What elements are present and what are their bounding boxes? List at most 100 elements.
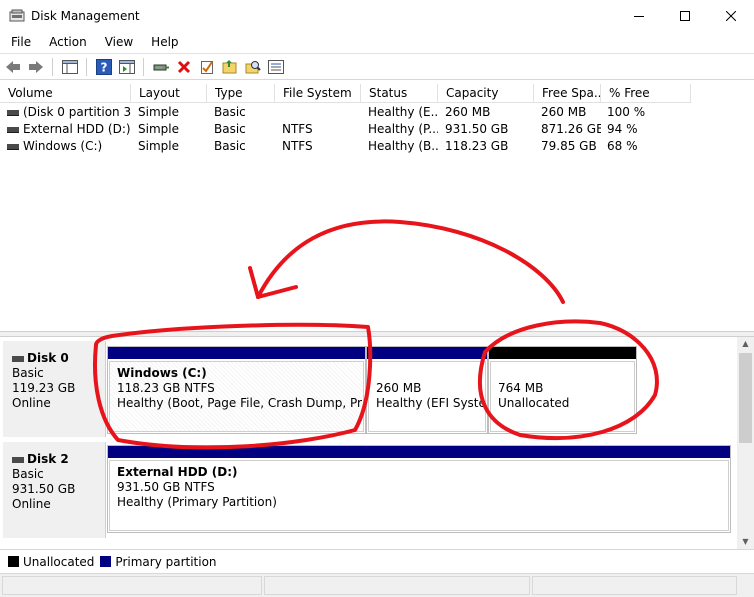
disk-name-row: Disk 2 xyxy=(12,452,105,467)
volume-row[interactable]: External HDD (D:) Simple Basic NTFS Heal… xyxy=(0,121,754,138)
column-header-volume[interactable]: Volume xyxy=(0,84,131,103)
scroll-thumb[interactable] xyxy=(739,353,752,443)
partition-unallocated[interactable]: 764 MB Unallocated xyxy=(488,346,637,434)
volume-layout: Simple xyxy=(138,122,179,136)
disk-name: Disk 0 xyxy=(27,351,69,365)
partition-windows-c[interactable]: Windows (C:) 118.23 GB NTFS Healthy (Boo… xyxy=(107,346,366,434)
action-pane-icon xyxy=(119,59,135,74)
volume-file-system: NTFS xyxy=(282,139,313,153)
maximize-icon xyxy=(680,10,690,21)
partition-body: External HDD (D:) 931.50 GB NTFS Healthy… xyxy=(109,460,729,531)
volume-capacity: 118.23 GB xyxy=(445,139,509,153)
volume-capacity: 260 MB xyxy=(445,105,491,119)
volume-layout: Simple xyxy=(138,139,179,153)
volume-row[interactable]: Windows (C:) Simple Basic NTFS Healthy (… xyxy=(0,138,754,155)
legend-label: Primary partition xyxy=(115,554,217,569)
window-title: Disk Management xyxy=(31,8,140,23)
disk-type: Basic xyxy=(12,366,44,380)
partition-size: 260 MB xyxy=(376,381,422,395)
disk-icon xyxy=(12,355,24,362)
forward-arrow-icon xyxy=(29,60,43,73)
partition-size: 931.50 GB NTFS xyxy=(117,480,215,494)
volume-percent-free: 68 % xyxy=(607,139,638,153)
column-header-capacity[interactable]: Capacity xyxy=(438,84,534,103)
status-segment xyxy=(2,576,262,595)
legend-item-primary: Primary partition xyxy=(100,554,217,569)
legend-item-unallocated: Unallocated xyxy=(8,555,94,569)
legend-swatch xyxy=(8,556,19,567)
partition-title: Windows (C:) xyxy=(117,366,207,380)
disk-0-label[interactable]: Disk 0 Basic 119.23 GB Online xyxy=(3,341,106,437)
volume-type: Basic xyxy=(214,139,246,153)
properties-button[interactable] xyxy=(197,57,217,77)
menu-action[interactable]: Action xyxy=(40,35,96,49)
partition-title xyxy=(376,366,485,381)
volume-layout: Simple xyxy=(138,105,179,119)
delete-button[interactable] xyxy=(174,57,194,77)
connect-drive-icon xyxy=(153,64,169,70)
partition-type-bar xyxy=(108,347,365,359)
explore-button[interactable] xyxy=(243,57,263,77)
volume-status: Healthy (P... xyxy=(368,122,438,136)
disk-2-label[interactable]: Disk 2 Basic 931.50 GB Online xyxy=(3,442,106,538)
settings-button[interactable] xyxy=(266,57,286,77)
back-arrow-icon xyxy=(6,60,20,73)
toolbar-separator xyxy=(143,57,144,76)
delete-icon xyxy=(177,60,191,73)
connect-button[interactable] xyxy=(151,57,171,77)
column-header-free-space[interactable]: Free Spa... xyxy=(534,84,601,103)
disk-map-vertical-scrollbar[interactable]: ▲ ▼ xyxy=(737,337,754,549)
disk-management-app-icon xyxy=(9,9,25,23)
partition-status: Healthy (EFI System xyxy=(376,396,486,410)
partition-status: Unallocated xyxy=(498,396,570,410)
scroll-up-arrow-icon[interactable]: ▲ xyxy=(737,337,754,351)
partition-size: 764 MB xyxy=(498,381,544,395)
partition-external-hdd-d[interactable]: External HDD (D:) 931.50 GB NTFS Healthy… xyxy=(107,445,731,533)
show-hide-tree-button[interactable] xyxy=(60,57,80,77)
minimize-button[interactable] xyxy=(616,0,662,31)
partition-body: Windows (C:) 118.23 GB NTFS Healthy (Boo… xyxy=(109,361,364,432)
open-folder-button[interactable] xyxy=(220,57,240,77)
title-bar: Disk Management xyxy=(0,0,754,31)
column-header-status[interactable]: Status xyxy=(361,84,438,103)
menu-bar: File Action View Help xyxy=(0,31,754,52)
disk-name-row: Disk 0 xyxy=(12,351,105,366)
partition-body: 260 MB Healthy (EFI System xyxy=(368,361,486,432)
column-header-type[interactable]: Type xyxy=(207,84,275,103)
disk-size: 931.50 GB xyxy=(12,482,76,496)
toolbar: ? xyxy=(0,53,754,80)
scroll-down-arrow-icon[interactable]: ▼ xyxy=(737,535,754,549)
legend-swatch xyxy=(100,556,112,567)
menu-view[interactable]: View xyxy=(96,35,142,49)
back-button[interactable] xyxy=(3,57,23,77)
maximize-button[interactable] xyxy=(662,0,708,31)
volume-percent-free: 94 % xyxy=(607,122,638,136)
volume-type: Basic xyxy=(214,105,246,119)
column-header-layout[interactable]: Layout xyxy=(131,84,207,103)
disk-state: Online xyxy=(12,396,51,410)
toolbar-separator xyxy=(86,57,87,76)
partition-title xyxy=(498,366,634,381)
explore-search-icon xyxy=(245,60,261,73)
close-button[interactable] xyxy=(708,0,754,31)
help-button[interactable]: ? xyxy=(94,57,114,77)
partition-type-bar xyxy=(367,347,487,359)
forward-button[interactable] xyxy=(26,57,46,77)
menu-file[interactable]: File xyxy=(0,35,40,49)
svg-text:?: ? xyxy=(101,60,108,74)
partition-size: 118.23 GB NTFS xyxy=(117,381,215,395)
action-pane-button[interactable] xyxy=(117,57,137,77)
properties-check-icon xyxy=(201,60,213,74)
volume-row[interactable]: (Disk 0 partition 3) Simple Basic Health… xyxy=(0,104,754,121)
disk-map: Disk 0 Basic 119.23 GB Online Windows (C… xyxy=(0,337,737,549)
menu-help[interactable]: Help xyxy=(142,35,187,49)
volume-capacity: 931.50 GB xyxy=(445,122,509,136)
drive-icon xyxy=(7,144,19,150)
partition-status: Healthy (Primary Partition) xyxy=(117,495,277,509)
minimize-icon xyxy=(634,15,644,17)
column-header-percent-free[interactable]: % Free xyxy=(601,84,691,103)
column-header-file-system[interactable]: File System xyxy=(275,84,361,103)
volume-name: (Disk 0 partition 3) xyxy=(23,105,131,119)
close-icon xyxy=(726,10,736,21)
partition-efi-system[interactable]: 260 MB Healthy (EFI System xyxy=(366,346,488,434)
